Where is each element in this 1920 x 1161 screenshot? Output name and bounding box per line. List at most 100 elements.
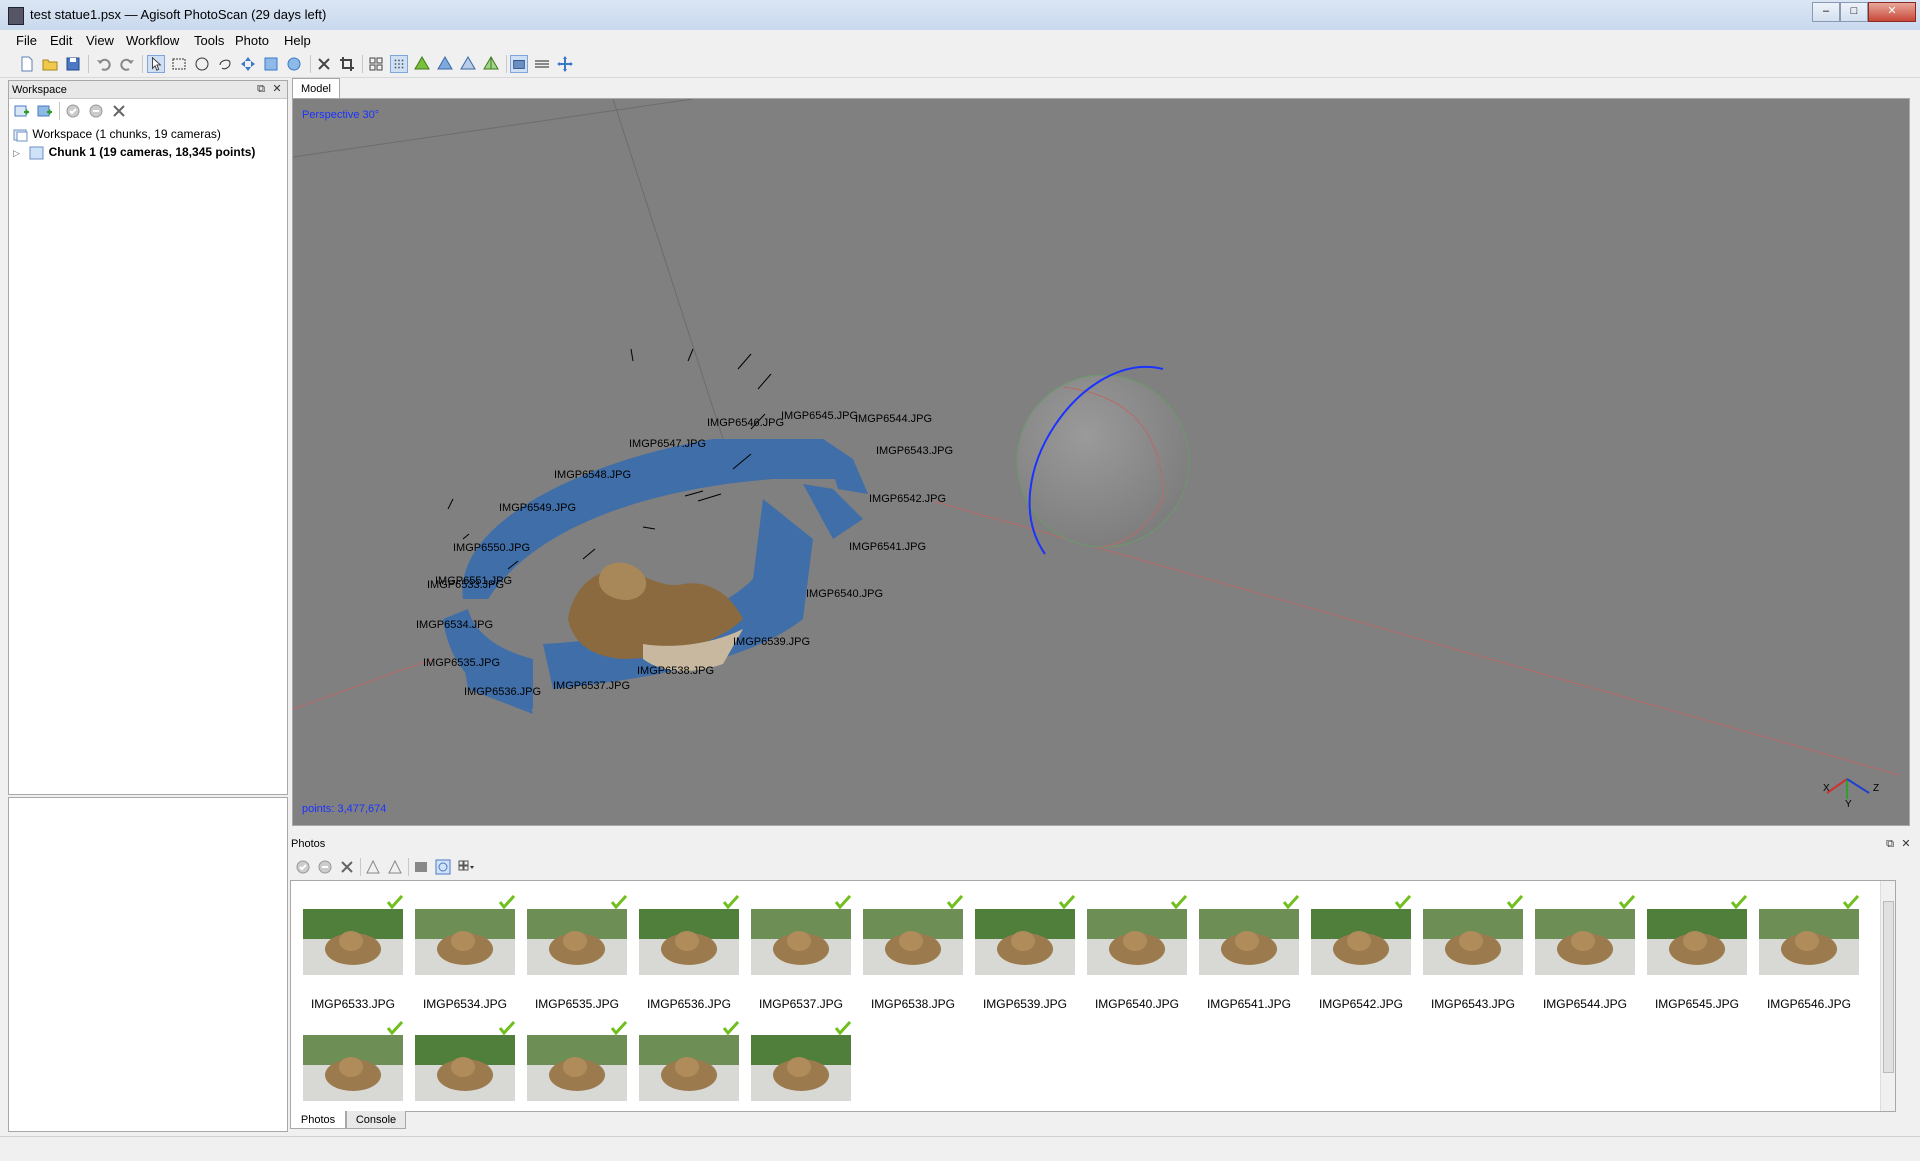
redo-icon[interactable] <box>118 55 136 73</box>
camera-label[interactable]: IMGP6546.JPG <box>707 417 784 429</box>
photo-thumbnail[interactable] <box>975 909 1075 975</box>
float-photos-icon[interactable]: ⧉ <box>1884 838 1896 850</box>
camera-label[interactable]: IMGP6539.JPG <box>733 636 810 648</box>
delete-selection-icon[interactable] <box>315 55 333 73</box>
menu-view[interactable]: View <box>86 33 114 48</box>
camera-label[interactable]: IMGP6541.JPG <box>849 541 926 553</box>
menu-photo[interactable]: Photo <box>235 33 269 48</box>
float-panel-icon[interactable]: ⧉ <box>255 83 267 95</box>
undo-icon[interactable] <box>95 55 113 73</box>
photo-thumbnail[interactable] <box>1423 909 1523 975</box>
show-cameras-icon[interactable] <box>367 55 385 73</box>
camera-label[interactable]: IMGP6534.JPG <box>416 619 493 631</box>
camera-label[interactable]: IMGP6544.JPG <box>855 413 932 425</box>
tab-model[interactable]: Model <box>292 78 340 99</box>
camera-label[interactable]: IMGP6549.JPG <box>499 502 576 514</box>
rotate-right-icon[interactable] <box>386 858 404 876</box>
camera-label[interactable]: IMGP6536.JPG <box>464 686 541 698</box>
scrollbar-thumb[interactable] <box>1883 901 1894 1073</box>
photo-thumbnail[interactable] <box>415 1035 515 1101</box>
menu-help[interactable]: Help <box>284 33 311 48</box>
enable-photo-icon[interactable] <box>294 858 312 876</box>
close-button[interactable]: ✕ <box>1868 2 1916 22</box>
camera-label[interactable]: IMGP6537.JPG <box>553 680 630 692</box>
camera-label[interactable]: IMGP6545.JPG <box>781 410 858 422</box>
photos-scrollbar[interactable] <box>1880 881 1895 1111</box>
disable-icon[interactable] <box>87 102 105 120</box>
title-bar: test statue1.psx — Agisoft PhotoScan (29… <box>0 0 1920 31</box>
save-icon[interactable] <box>64 55 82 73</box>
minimize-button[interactable]: – <box>1812 2 1840 22</box>
circle-selection-icon[interactable] <box>193 55 211 73</box>
chunk-row[interactable]: ▷ Chunk 1 (19 cameras, 18,345 points) <box>13 145 255 160</box>
resize-region-icon[interactable] <box>262 55 280 73</box>
workspace-title: Workspace <box>12 84 67 96</box>
camera-label[interactable]: IMGP6547.JPG <box>629 438 706 450</box>
menu-tools[interactable]: Tools <box>194 33 224 48</box>
tab-photos[interactable]: Photos <box>290 1111 346 1129</box>
tab-console[interactable]: Console <box>346 1111 406 1129</box>
camera-label[interactable]: IMGP6543.JPG <box>876 445 953 457</box>
close-photos-icon[interactable]: ✕ <box>1900 838 1912 850</box>
new-document-icon[interactable] <box>18 55 36 73</box>
solid-model-icon[interactable] <box>459 55 477 73</box>
photo-thumbnail[interactable] <box>639 909 739 975</box>
photo-thumbnail[interactable] <box>303 1035 403 1101</box>
menu-edit[interactable]: Edit <box>50 33 72 48</box>
photo-thumbnail[interactable] <box>1647 909 1747 975</box>
photo-thumbnail[interactable] <box>751 1035 851 1101</box>
wireframe-model-icon[interactable] <box>482 55 500 73</box>
photo-thumbnail[interactable] <box>415 909 515 975</box>
open-folder-icon[interactable] <box>41 55 59 73</box>
camera-label[interactable]: IMGP6548.JPG <box>554 469 631 481</box>
photo-thumbnail[interactable] <box>1535 909 1635 975</box>
rotate-left-icon[interactable] <box>364 858 382 876</box>
camera-label[interactable]: IMGP6533.JPG <box>427 579 504 591</box>
navigation-cursor-icon[interactable] <box>147 55 165 73</box>
photo-thumbnail[interactable] <box>1311 909 1411 975</box>
menu-workflow[interactable]: Workflow <box>126 33 179 48</box>
remove-icon[interactable] <box>110 102 128 120</box>
aligned-check-icon <box>1843 895 1859 909</box>
move-region-icon[interactable] <box>239 55 257 73</box>
filter-icon[interactable] <box>412 858 430 876</box>
crop-selection-icon[interactable] <box>338 55 356 73</box>
photo-thumbnail[interactable] <box>751 909 851 975</box>
rectangle-selection-icon[interactable] <box>170 55 188 73</box>
reset-filter-icon[interactable] <box>434 858 452 876</box>
shaded-model-icon[interactable] <box>436 55 454 73</box>
add-chunk-icon[interactable] <box>12 102 30 120</box>
photo-thumbnail[interactable] <box>1199 909 1299 975</box>
textured-model-icon[interactable] <box>413 55 431 73</box>
properties-panel <box>8 797 288 1132</box>
free-form-selection-icon[interactable] <box>216 55 234 73</box>
expand-arrow-icon[interactable]: ▷ <box>13 148 20 158</box>
photo-thumbnail[interactable] <box>1759 909 1859 975</box>
reset-view-icon[interactable] <box>556 55 574 73</box>
camera-label[interactable]: IMGP6535.JPG <box>423 657 500 669</box>
remove-photo-icon[interactable] <box>338 858 356 876</box>
photo-thumbnail[interactable] <box>527 909 627 975</box>
add-photos-icon[interactable] <box>35 102 53 120</box>
menu-file[interactable]: File <box>16 33 37 48</box>
show-region-icon[interactable] <box>533 55 551 73</box>
camera-label[interactable]: IMGP6542.JPG <box>869 493 946 505</box>
photo-thumbnail[interactable] <box>1087 909 1187 975</box>
close-panel-icon[interactable]: ✕ <box>271 83 283 95</box>
photo-thumbnail[interactable] <box>863 909 963 975</box>
camera-label[interactable]: IMGP6550.JPG <box>453 542 530 554</box>
show-cameras-toggle-icon[interactable] <box>510 55 528 73</box>
disable-photo-icon[interactable] <box>316 858 334 876</box>
photo-thumbnail[interactable] <box>639 1035 739 1101</box>
photo-thumbnail[interactable] <box>303 909 403 975</box>
maximize-button[interactable]: □ <box>1840 2 1868 22</box>
enable-icon[interactable] <box>64 102 82 120</box>
camera-label[interactable]: IMGP6538.JPG <box>637 665 714 677</box>
model-viewport[interactable]: Perspective 30° points: 3,477,674 IMGP65… <box>292 98 1910 826</box>
photo-thumbnail[interactable] <box>527 1035 627 1101</box>
camera-label[interactable]: IMGP6540.JPG <box>806 588 883 600</box>
point-cloud-icon[interactable] <box>390 55 408 73</box>
workspace-root[interactable]: Workspace (1 chunks, 19 cameras) <box>13 127 221 142</box>
thumbnail-view-icon[interactable] <box>456 858 474 876</box>
rotate-region-icon[interactable] <box>285 55 303 73</box>
